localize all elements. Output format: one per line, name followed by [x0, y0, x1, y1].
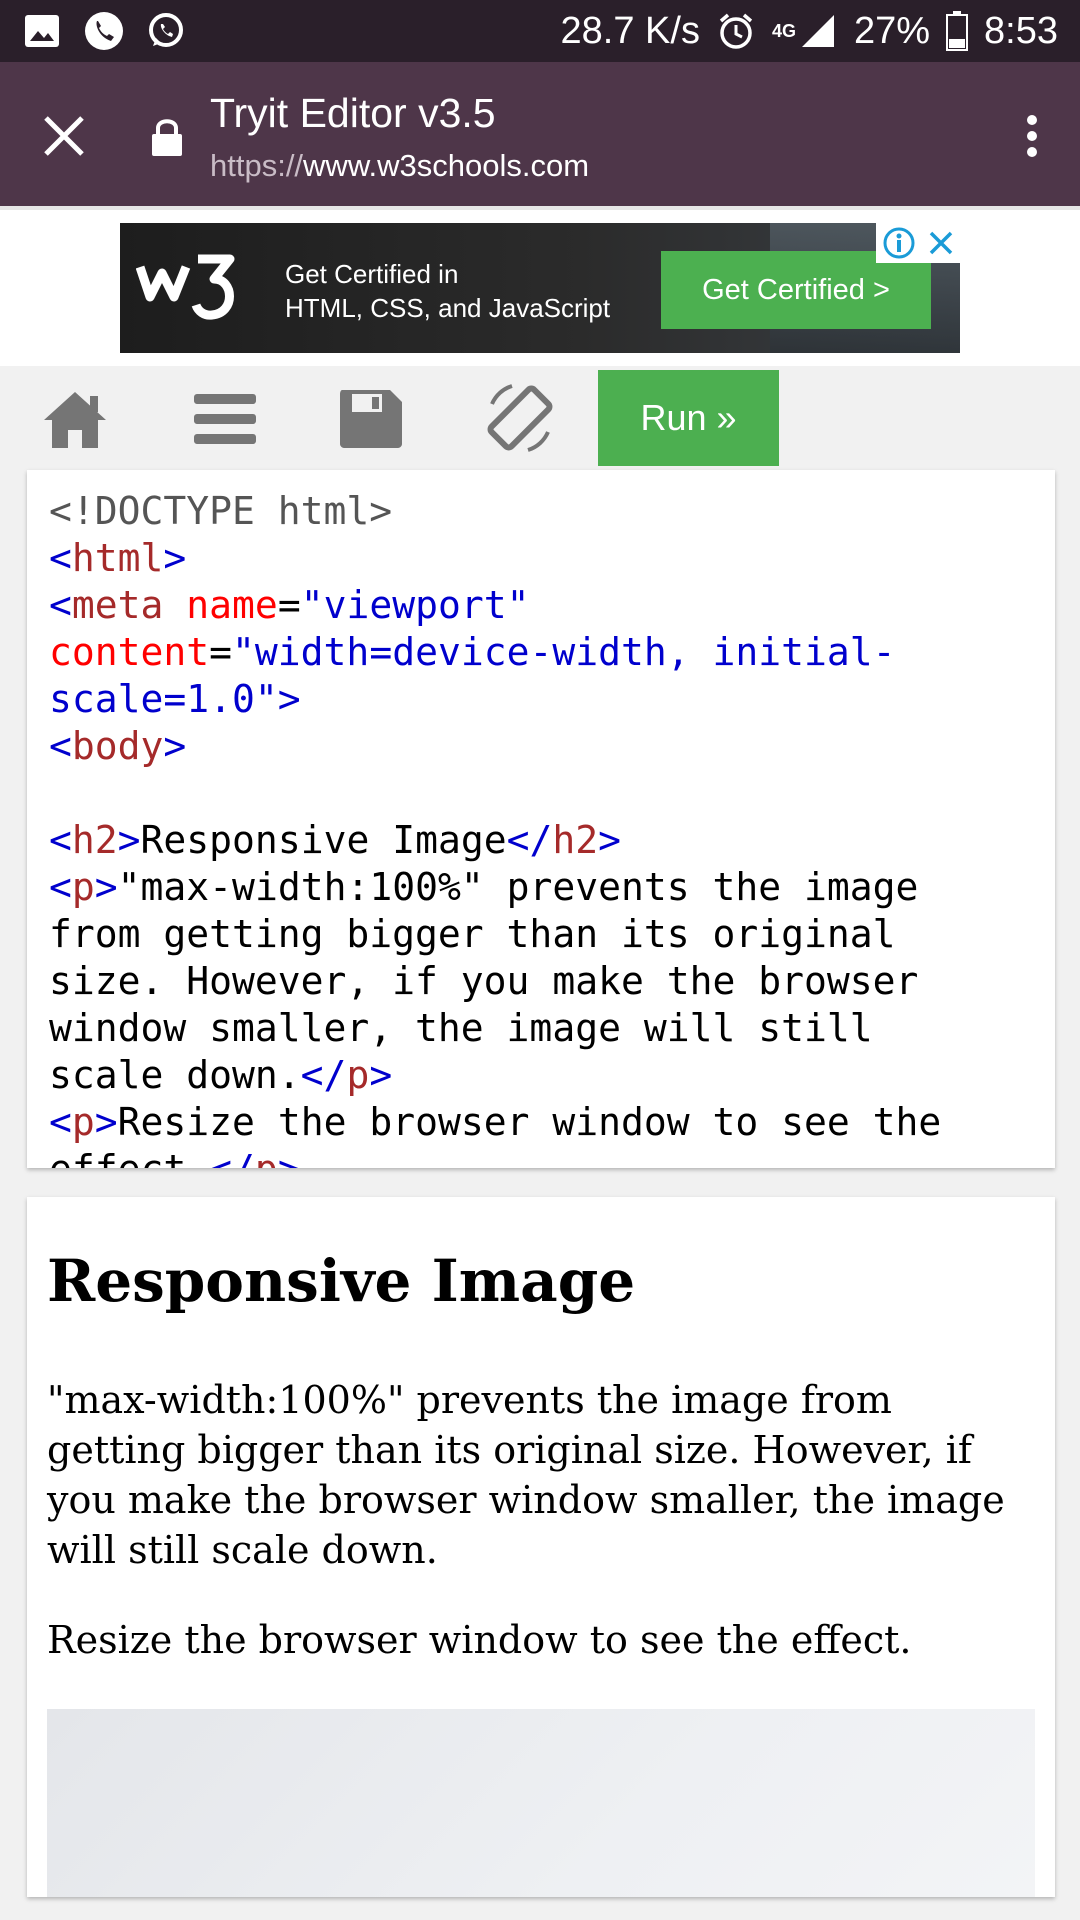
- url-host: www.w3schools.com: [303, 148, 590, 183]
- code-tag: p: [346, 1053, 370, 1097]
- network-speed: 28.7 K/s: [560, 9, 700, 52]
- run-button[interactable]: Run »: [598, 370, 779, 466]
- browser-toolbar: Tryit Editor v3.5 https://www.w3schools.…: [0, 62, 1080, 210]
- home-icon[interactable]: [40, 388, 110, 450]
- code-text-content: Responsive Image: [140, 818, 507, 862]
- ad-choices[interactable]: [876, 223, 960, 263]
- ad-text-line1: Get Certified in: [285, 259, 459, 289]
- code-text[interactable]: <!DOCTYPE html> <html> <meta name="viewp…: [49, 488, 941, 1168]
- signal-icon: [801, 15, 834, 47]
- code-tag: p: [255, 1147, 278, 1168]
- code-text-content: Resize the browser window to see the: [117, 1100, 942, 1144]
- code-tag: p: [71, 1100, 95, 1144]
- code-tag: body: [71, 724, 164, 768]
- result-image: [47, 1709, 1035, 1897]
- code-editor[interactable]: <!DOCTYPE html> <html> <meta name="viewp…: [27, 470, 1055, 1168]
- menu-icon[interactable]: [190, 388, 260, 450]
- ad-container: Get Certified in HTML, CSS, and JavaScri…: [0, 210, 1080, 366]
- code-doctype: <!DOCTYPE html>: [49, 489, 393, 533]
- code-text-content: effect.: [49, 1147, 209, 1168]
- url-protocol: https://: [210, 148, 304, 183]
- code-tag: html: [71, 536, 164, 580]
- code-attr: content: [49, 630, 210, 674]
- clock: 8:53: [984, 9, 1058, 52]
- code-value: scale=1.0": [49, 677, 278, 721]
- ad-banner[interactable]: Get Certified in HTML, CSS, and JavaScri…: [120, 223, 960, 353]
- whatsapp-icon: [149, 13, 183, 47]
- battery-icon: [946, 11, 969, 51]
- url-bar[interactable]: https://www.w3schools.com: [210, 148, 589, 184]
- alarm-icon: [719, 13, 753, 49]
- result-paragraph-2: Resize the browser window to see the eff…: [47, 1618, 912, 1662]
- lock-icon: [152, 119, 182, 156]
- result-panel: Responsive Image "max-width:100%" preven…: [27, 1197, 1055, 1897]
- result-paragraph-1: "max-width:100%" prevents the image from…: [47, 1378, 1005, 1572]
- status-bar: 28.7 K/s 4G 27% 8:53: [0, 0, 1080, 62]
- editor-toolbar: Run »: [0, 366, 1080, 470]
- code-text-content: size. However, if you make the browser: [49, 959, 919, 1003]
- code-text-content: "max-width:100%" prevents the image: [117, 865, 919, 909]
- result-heading: Responsive Image: [47, 1247, 636, 1315]
- close-icon[interactable]: [40, 112, 88, 160]
- battery-percent: 27%: [853, 9, 931, 52]
- code-attr: name: [186, 583, 278, 627]
- code-tag: h2: [71, 818, 118, 862]
- code-text-content: window smaller, the image will still: [49, 1006, 873, 1050]
- phone-icon: [85, 12, 123, 50]
- image-icon: [25, 15, 59, 47]
- network-type: 4G: [771, 20, 796, 41]
- code-text-content: from getting bigger than its original: [49, 912, 896, 956]
- ad-info-icon[interactable]: [882, 226, 916, 260]
- code-text-content: scale down.: [49, 1053, 301, 1097]
- page-title: Tryit Editor v3.5: [210, 90, 496, 136]
- code-tag: meta: [71, 583, 164, 627]
- code-tag: h2: [552, 818, 599, 862]
- rotate-icon[interactable]: [482, 380, 558, 456]
- ad-text-line2: HTML, CSS, and JavaScript: [285, 293, 611, 323]
- code-tag: p: [71, 865, 95, 909]
- code-value: "viewport": [300, 583, 530, 627]
- w3-logo-icon: [136, 254, 235, 320]
- save-icon[interactable]: [336, 388, 406, 450]
- ad-close-icon[interactable]: [927, 229, 955, 257]
- more-options-icon[interactable]: [1012, 112, 1052, 160]
- code-value: "width=device-width, initial-: [232, 630, 896, 674]
